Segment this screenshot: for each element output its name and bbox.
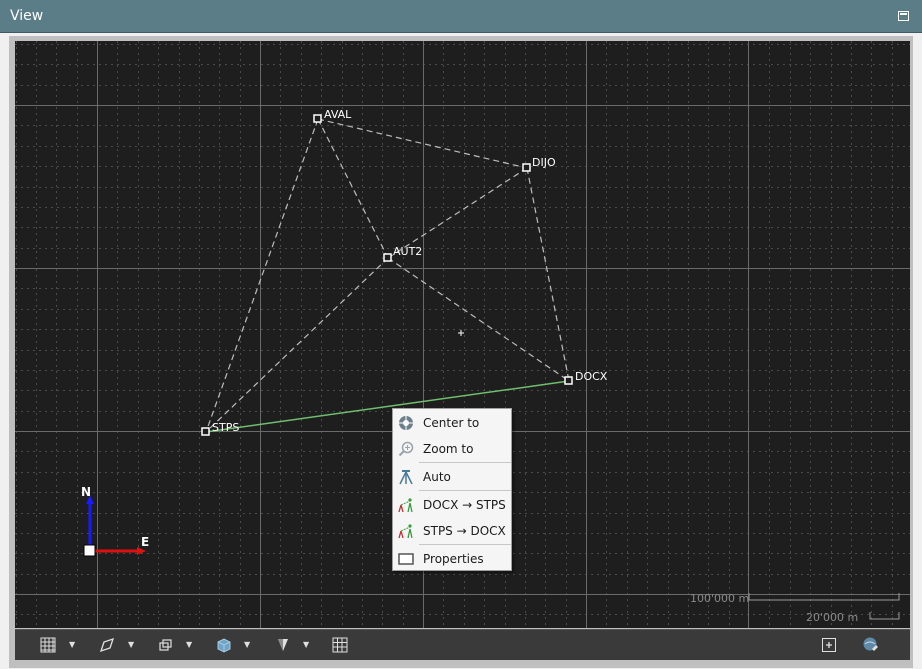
brightness-button[interactable] xyxy=(273,630,293,660)
line-aval-dijo xyxy=(317,118,528,169)
maximize-icon[interactable] xyxy=(898,11,909,21)
point-docx[interactable]: DOCX xyxy=(564,370,608,385)
menu-item-zoom-to[interactable]: Zoom to xyxy=(393,436,511,462)
point-dijo[interactable]: DIJO xyxy=(522,156,556,172)
cube-button[interactable] xyxy=(214,630,234,660)
table-grid-button[interactable] xyxy=(330,630,350,660)
menu-item-auto[interactable]: Auto xyxy=(393,464,511,490)
point-stps[interactable]: STPS xyxy=(201,421,239,436)
line-aval-aut2 xyxy=(317,118,389,259)
compass-rose xyxy=(83,495,146,557)
view-toolbar: ▼ ▼ ▼ ▼ ▼ xyxy=(15,629,910,660)
scale-label-small: 20'000 m xyxy=(806,611,859,624)
menu-item-properties[interactable]: Properties xyxy=(393,546,511,572)
center-crosshair xyxy=(458,330,464,336)
east-label: E xyxy=(141,535,150,549)
brightness-icon xyxy=(278,639,288,651)
add-frame-button[interactable] xyxy=(819,630,839,660)
menu-item-docx-to-stps[interactable]: DOCX → STPS xyxy=(393,492,511,518)
center-target-icon xyxy=(399,416,413,430)
grid-icon xyxy=(40,637,56,653)
menu-separator xyxy=(419,544,511,545)
observation-direction-icon xyxy=(398,498,413,513)
add-frame-icon xyxy=(822,638,836,652)
line-aut2-docx xyxy=(387,257,570,382)
layers-button[interactable] xyxy=(156,630,176,660)
menu-item-label: Properties xyxy=(423,552,484,566)
point-label: AUT2 xyxy=(393,245,422,258)
line-dijo-docx xyxy=(526,167,570,382)
grid-button[interactable] xyxy=(38,630,58,660)
layers-icon xyxy=(159,639,172,651)
layers-dropdown[interactable]: ▼ xyxy=(186,630,192,660)
globe-sync-icon xyxy=(863,637,878,651)
context-menu: Center to Zoom to Auto DOCX → STPS STPS … xyxy=(392,408,512,571)
table-grid-icon xyxy=(332,637,348,653)
properties-window-icon xyxy=(398,553,414,565)
menu-separator xyxy=(419,462,511,463)
menu-item-stps-to-docx[interactable]: STPS → DOCX xyxy=(393,518,511,544)
view-window: View AVAL DIJO AUT2 DOCX STPS N E 100'00… xyxy=(0,0,922,669)
shape-button[interactable] xyxy=(97,630,117,660)
point-label: STPS xyxy=(212,421,239,434)
scale-bar-small xyxy=(869,612,900,620)
shape-outline-icon xyxy=(99,637,115,653)
grid-dropdown[interactable]: ▼ xyxy=(69,630,75,660)
line-aut2-stps xyxy=(205,257,389,433)
point-aval[interactable]: AVAL xyxy=(313,108,352,123)
north-label: N xyxy=(81,485,92,499)
observation-direction-icon xyxy=(398,524,413,539)
menu-item-label: STPS → DOCX xyxy=(423,524,506,538)
cube-icon xyxy=(217,638,231,653)
menu-item-center-to[interactable]: Center to xyxy=(393,410,511,436)
point-label: DIJO xyxy=(532,156,556,169)
scale-label-large: 100'000 m xyxy=(690,592,750,605)
menu-item-label: Auto xyxy=(423,470,451,484)
title-bar[interactable]: View xyxy=(0,0,922,33)
brightness-dropdown[interactable]: ▼ xyxy=(303,630,309,660)
tripod-instrument-icon xyxy=(399,470,413,485)
menu-separator xyxy=(419,490,511,491)
shape-dropdown[interactable]: ▼ xyxy=(128,630,134,660)
globe-sync-button[interactable] xyxy=(861,630,881,660)
menu-item-label: Center to xyxy=(423,416,480,430)
compass-origin xyxy=(83,544,96,557)
menu-item-label: DOCX → STPS xyxy=(423,498,506,512)
point-label: AVAL xyxy=(324,108,352,121)
cube-dropdown[interactable]: ▼ xyxy=(244,630,250,660)
point-label: DOCX xyxy=(575,370,608,383)
window-title: View xyxy=(10,8,44,24)
menu-item-label: Zoom to xyxy=(423,442,474,456)
zoom-in-icon xyxy=(398,441,414,457)
